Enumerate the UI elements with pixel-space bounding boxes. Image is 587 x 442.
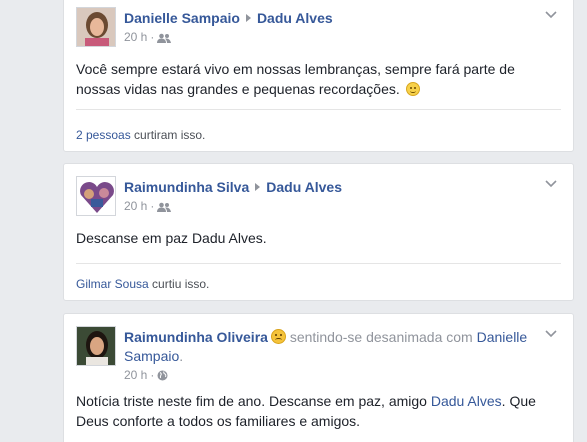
post-text: Notícia triste neste fim de ano. Descans… bbox=[76, 393, 431, 409]
post-message: Notícia triste neste fim de ano. Descans… bbox=[76, 391, 561, 431]
post-meta: 20 h · bbox=[124, 30, 172, 46]
likes-summary: Gilmar Sousa curtiu isso. bbox=[76, 277, 561, 291]
smiley-emoji-icon bbox=[405, 82, 420, 96]
post-title: Raimundinha Oliveira sentindo-se desanim… bbox=[124, 328, 537, 366]
likes-text: curtiram isso. bbox=[130, 128, 206, 142]
post-meta: 20 h · bbox=[124, 368, 168, 384]
target-link[interactable]: Dadu Alves bbox=[266, 179, 342, 195]
avatar[interactable] bbox=[76, 326, 116, 366]
divider bbox=[76, 263, 561, 264]
likes-summary: 2 pessoas curtiram isso. bbox=[76, 128, 561, 142]
post-meta: 20 h · bbox=[124, 199, 172, 215]
post-title: Raimundinha Silva Dadu Alves bbox=[124, 178, 537, 197]
separator-dot: · bbox=[150, 30, 155, 44]
separator-dot: · bbox=[150, 199, 155, 213]
tagged-suffix: . bbox=[179, 348, 184, 364]
avatar[interactable] bbox=[76, 176, 116, 216]
arrow-right-icon bbox=[255, 183, 261, 191]
chevron-down-icon[interactable] bbox=[545, 330, 557, 338]
likers-link[interactable]: 2 pessoas bbox=[76, 128, 131, 142]
feeling-text: sentindo-se desanimada com bbox=[285, 329, 477, 345]
news-feed: Danielle Sampaio Dadu Alves 20 h · Você se… bbox=[0, 0, 587, 442]
friends-icon[interactable] bbox=[157, 201, 172, 215]
timestamp[interactable]: 20 h bbox=[124, 30, 147, 44]
target-link[interactable]: Dadu Alves bbox=[257, 10, 333, 26]
avatar[interactable] bbox=[76, 7, 116, 47]
author-link[interactable]: Raimundinha Oliveira bbox=[124, 329, 268, 345]
post-card: Danielle Sampaio Dadu Alves 20 h · Você se… bbox=[63, 0, 574, 152]
mention-link[interactable]: Dadu Alves bbox=[431, 393, 502, 409]
post-message: Descanse em paz Dadu Alves. bbox=[76, 228, 561, 248]
post-message: Você sempre estará vivo em nossas lembra… bbox=[76, 59, 561, 99]
author-link[interactable]: Danielle Sampaio bbox=[124, 10, 240, 26]
friends-icon[interactable] bbox=[157, 32, 172, 46]
post-text: Você sempre estará vivo em nossas lembra… bbox=[76, 61, 515, 97]
post-text: Descanse em paz Dadu Alves. bbox=[76, 230, 267, 246]
post-title: Danielle Sampaio Dadu Alves bbox=[124, 9, 537, 28]
chevron-down-icon[interactable] bbox=[545, 180, 557, 188]
likers-link[interactable]: Gilmar Sousa bbox=[76, 277, 149, 291]
separator-dot: · bbox=[150, 368, 155, 382]
sad-face-icon bbox=[270, 329, 286, 344]
timestamp[interactable]: 20 h bbox=[124, 368, 147, 382]
globe-icon[interactable] bbox=[157, 370, 168, 384]
post-card: Raimundinha Silva Dadu Alves 20 h · Descan… bbox=[63, 163, 574, 301]
timestamp[interactable]: 20 h bbox=[124, 199, 147, 213]
arrow-right-icon bbox=[245, 14, 251, 22]
author-link[interactable]: Raimundinha Silva bbox=[124, 179, 249, 195]
post-card: Raimundinha Oliveira sentindo-se desanim… bbox=[63, 313, 574, 442]
divider bbox=[76, 109, 561, 110]
chevron-down-icon[interactable] bbox=[545, 11, 557, 19]
likes-text: curtiu isso. bbox=[148, 277, 210, 291]
